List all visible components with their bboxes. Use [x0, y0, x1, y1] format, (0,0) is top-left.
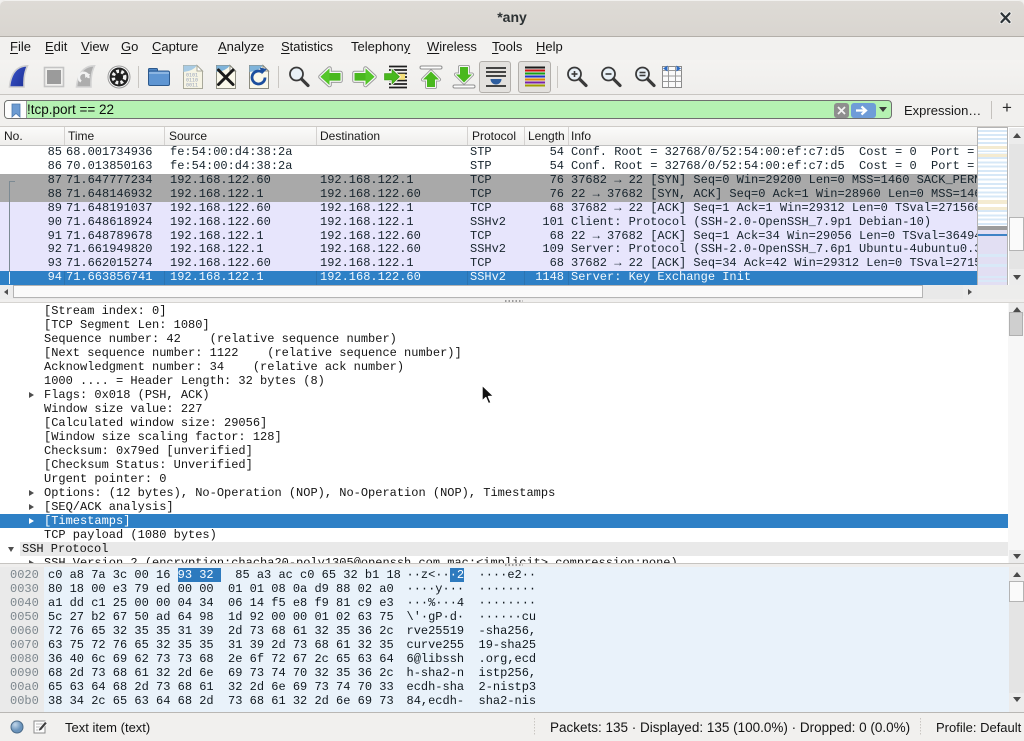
svg-text:0011: 0011 [186, 83, 198, 89]
